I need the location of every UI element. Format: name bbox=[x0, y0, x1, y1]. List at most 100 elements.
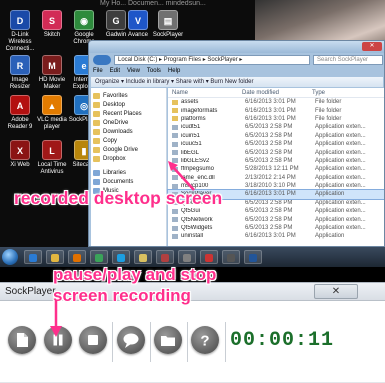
menu-item[interactable]: Help bbox=[168, 68, 180, 77]
desktop-icon[interactable]: A Adobe Reader 9 bbox=[2, 95, 38, 131]
folder-icon[interactable] bbox=[46, 250, 64, 264]
folder-icon bbox=[93, 137, 100, 144]
file-date: 6/5/2013 2:58 PM bbox=[245, 149, 293, 156]
file-row[interactable]: Qt5Widgets 6/5/2013 2:58 PM Application ex… bbox=[168, 224, 384, 232]
desktop-icon[interactable]: ▤ SockPlayer bbox=[150, 10, 186, 39]
desktop-icon[interactable]: L Local Time Antivirus bbox=[34, 140, 70, 176]
explorer-close-button[interactable]: ✕ bbox=[362, 42, 382, 51]
folder-icon bbox=[93, 128, 100, 135]
nav-item[interactable]: Desktop bbox=[93, 100, 164, 109]
desktop-icon[interactable]: D D-Link Wireless Connecti... bbox=[2, 10, 38, 53]
menu-item[interactable]: Tools bbox=[147, 68, 161, 77]
comment-button[interactable] bbox=[117, 326, 145, 354]
nav-item-label: Recent Places bbox=[103, 110, 142, 117]
column-date-header[interactable]: Date modified bbox=[242, 90, 312, 97]
menu-item[interactable]: Edit bbox=[110, 68, 120, 77]
help-button[interactable]: ? bbox=[191, 326, 219, 354]
nav-item[interactable]: OneDrive bbox=[93, 118, 164, 127]
annotation-arrow-up bbox=[168, 161, 195, 191]
desktop-icon[interactable]: ▲ VLC media player bbox=[34, 95, 70, 131]
close-button[interactable]: ✕ bbox=[314, 284, 358, 299]
file-type: Application bbox=[315, 233, 345, 240]
desktop-icon[interactable]: X Xi Web bbox=[2, 140, 38, 169]
library-icon bbox=[93, 178, 100, 185]
file-type: Application exten... bbox=[315, 149, 366, 156]
file-list-header: Name Date modified Type bbox=[168, 90, 384, 98]
ie-icon[interactable] bbox=[24, 250, 42, 264]
new-file-button[interactable] bbox=[8, 326, 36, 354]
document-icon bbox=[17, 333, 28, 347]
file-row[interactable]: assets 6/16/2013 3:01 PM File folder bbox=[168, 98, 384, 106]
file-row[interactable]: imageformats 6/16/2013 3:01 PM File folder bbox=[168, 106, 384, 114]
nav-item[interactable]: Documents bbox=[93, 177, 164, 186]
file-row[interactable]: icudt51 6/5/2013 2:58 PM Application exten… bbox=[168, 123, 384, 131]
app-icon: R bbox=[10, 55, 30, 75]
paint-icon[interactable] bbox=[156, 250, 174, 264]
file-row[interactable]: icuin51 6/5/2013 2:58 PM Application exten… bbox=[168, 132, 384, 140]
menu-item[interactable]: File bbox=[93, 68, 103, 77]
nav-item-label: Copy bbox=[103, 137, 118, 144]
file-type: Application exten... bbox=[315, 216, 366, 223]
file-row[interactable]: lame_enc.dll 2/13/2012 2:14 PM Application… bbox=[168, 174, 384, 182]
sockplayer-icon[interactable] bbox=[178, 250, 196, 264]
open-folder-button[interactable] bbox=[154, 326, 182, 354]
desktop-icon[interactable]: R Image Resizer bbox=[2, 55, 38, 91]
file-type: Application bbox=[315, 191, 345, 198]
nav-item-label: Favorites bbox=[103, 92, 128, 99]
file-row[interactable]: platforms 6/16/2013 3:01 PM File folder bbox=[168, 115, 384, 123]
desktop-icon[interactable]: M HD Movie Maker bbox=[34, 55, 70, 91]
svg-text:?: ? bbox=[200, 333, 209, 350]
file-name: icuin51 bbox=[181, 132, 201, 139]
explorer-search-input[interactable]: Search SockPlayer bbox=[313, 55, 383, 65]
file-type: Application exten... bbox=[315, 124, 366, 131]
file-date: 6/16/2013 3:01 PM bbox=[245, 99, 296, 106]
file-row[interactable]: libGLESv2 6/5/2013 2:58 PM Application ext… bbox=[168, 157, 384, 165]
chrome-icon[interactable] bbox=[90, 250, 108, 264]
file-type: Application exten... bbox=[315, 141, 366, 148]
file-type: File folder bbox=[315, 99, 342, 106]
folder-icon bbox=[93, 146, 100, 153]
back-forward-icon[interactable] bbox=[93, 55, 111, 65]
nav-item[interactable]: Downloads bbox=[93, 127, 164, 136]
nav-item[interactable]: Copy bbox=[93, 136, 164, 145]
app-icon: S bbox=[42, 10, 62, 30]
file-date: 6/5/2013 2:58 PM bbox=[245, 132, 293, 139]
file-name: platforms bbox=[181, 115, 206, 122]
folder-icon bbox=[172, 116, 178, 122]
nav-item[interactable]: Libraries bbox=[93, 168, 164, 177]
app-icon: V bbox=[128, 10, 148, 30]
media-icon[interactable] bbox=[68, 250, 86, 264]
avance-icon[interactable] bbox=[244, 250, 262, 264]
folder-icon bbox=[172, 99, 178, 105]
nav-item[interactable]: Recent Places bbox=[93, 109, 164, 118]
app-icon: A bbox=[10, 95, 30, 115]
explorer-toolbar[interactable]: Organize ▾ Include in library ▾ Share wi… bbox=[91, 77, 383, 87]
file-date: 6/5/2013 2:58 PM bbox=[245, 216, 293, 223]
desktop-icon[interactable]: S Skitch bbox=[34, 10, 70, 39]
explorer-icon[interactable] bbox=[134, 250, 152, 264]
snip-icon[interactable] bbox=[200, 250, 218, 264]
recording-timer: 00:00:11 bbox=[230, 329, 335, 352]
column-type-header[interactable]: Type bbox=[312, 90, 325, 97]
folder-icon bbox=[93, 155, 100, 162]
menu-item[interactable]: View bbox=[127, 68, 140, 77]
file-row[interactable]: uninstall 6/16/2013 3:01 PM Application bbox=[168, 232, 384, 240]
file-row[interactable]: libEGL 6/5/2013 2:58 PM Application exten.… bbox=[168, 148, 384, 156]
app-icon: ▲ bbox=[42, 95, 62, 115]
nav-item[interactable]: Google Drive bbox=[93, 145, 164, 154]
nav-item[interactable]: Favorites bbox=[93, 91, 164, 100]
nav-item[interactable]: Dropbox bbox=[93, 154, 164, 163]
gadwin-icon[interactable] bbox=[222, 250, 240, 264]
start-orb-icon[interactable] bbox=[2, 249, 18, 265]
stop-button[interactable] bbox=[79, 326, 107, 354]
file-row[interactable]: Qt5Network 6/5/2013 2:58 PM Application ex… bbox=[168, 215, 384, 223]
explorer-address-bar[interactable]: Local Disk (C:) ▸ Program Files ▸ SockPl… bbox=[114, 55, 310, 65]
file-row[interactable]: icuuc51 6/5/2013 2:58 PM Application exten… bbox=[168, 140, 384, 148]
file-row[interactable]: ffmpegsumo 5/28/2013 12:11 PM Application … bbox=[168, 165, 384, 173]
recorded-desktop-preview: My Ho... Documen... mindedsun... D D-Link… bbox=[0, 0, 385, 267]
skype-icon[interactable] bbox=[112, 250, 130, 264]
desktop-icon-label: Xi Web bbox=[10, 162, 30, 168]
desktop-icon-label: D-Link Wireless Connecti... bbox=[5, 32, 35, 52]
column-name-header[interactable]: Name bbox=[172, 90, 242, 97]
file-name: icuuc51 bbox=[181, 141, 202, 148]
